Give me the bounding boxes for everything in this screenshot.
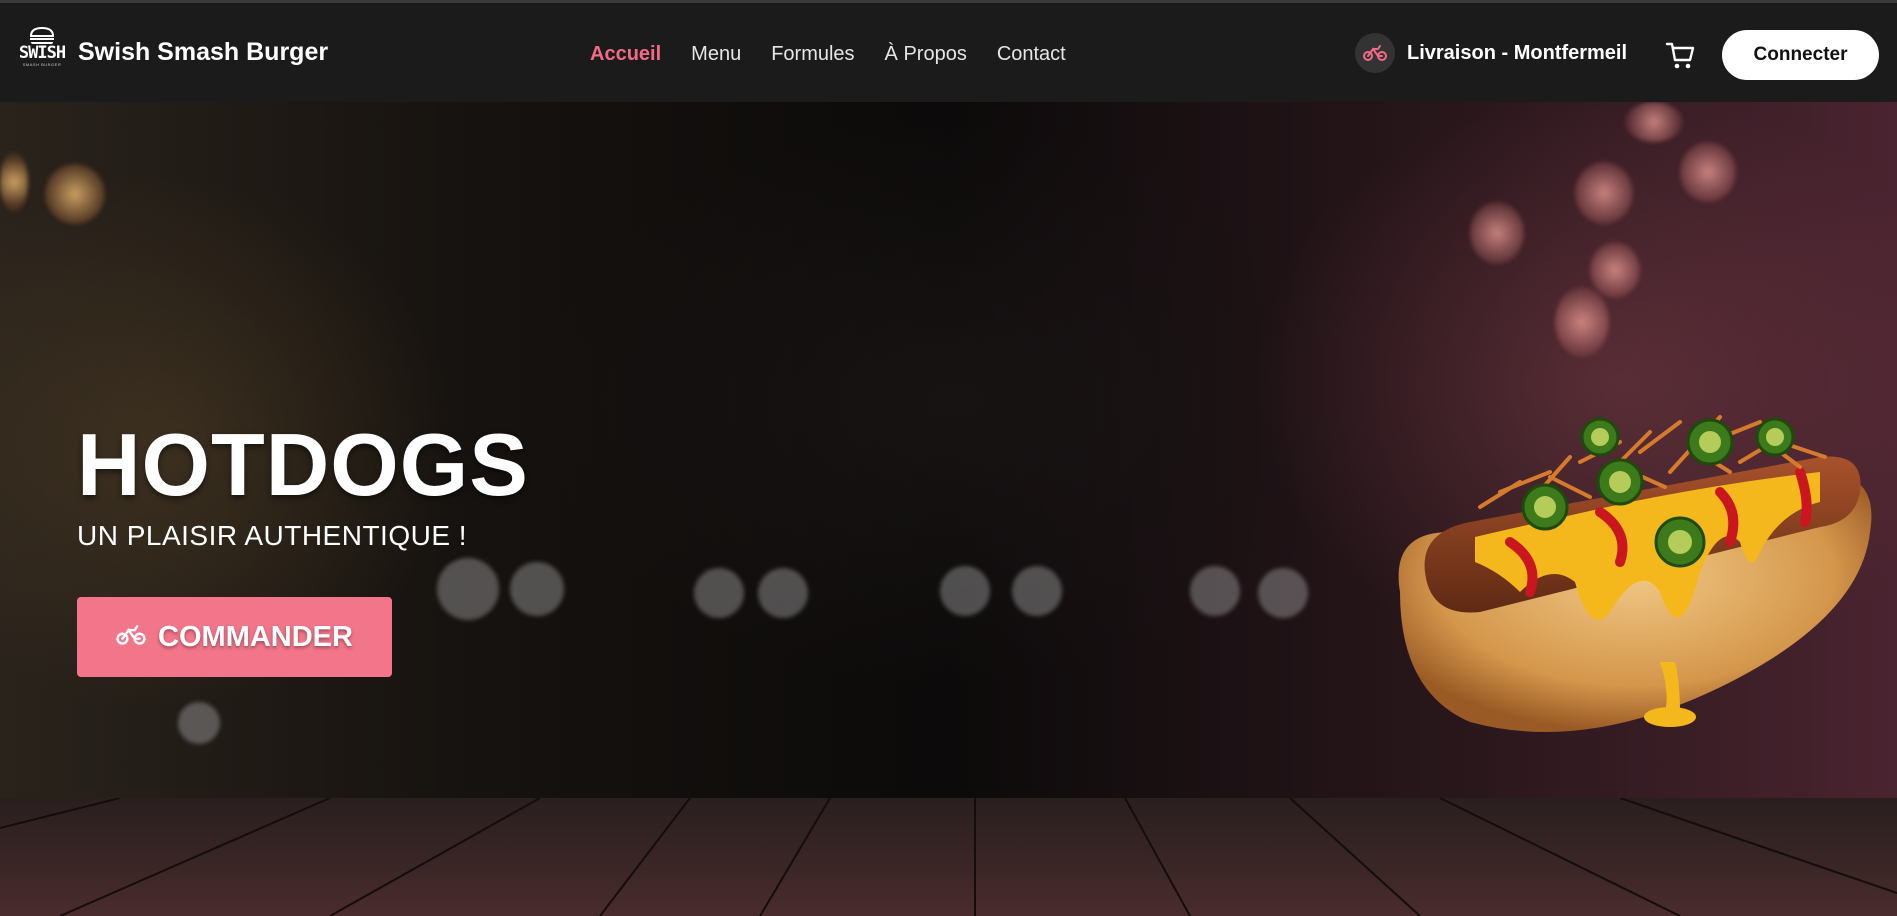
order-button-label: COMMANDER xyxy=(158,620,353,653)
delivery-label: Livraison - Montfermeil xyxy=(1407,41,1628,64)
bicycle-icon xyxy=(1355,33,1395,73)
hero-title: HOTDOGS xyxy=(77,415,529,514)
logo-subtext: SMASH BURGER xyxy=(22,62,62,67)
order-button[interactable]: COMMANDER xyxy=(77,597,392,677)
hotdog-image xyxy=(1398,415,1872,732)
top-navbar: SWISH SMASH BURGER Swish Smash Burger Ac… xyxy=(0,0,1897,102)
cart-icon[interactable] xyxy=(1664,39,1696,71)
bicycle-icon xyxy=(116,621,146,654)
logo-wordmark: SWISH xyxy=(18,43,66,63)
nav-link-contact[interactable]: Contact xyxy=(997,43,1066,66)
hero-banner: HOTDOGS UN PLAISIR AUTHENTIQUE ! COMMAND… xyxy=(0,102,1897,916)
nav-link-a-propos[interactable]: À Propos xyxy=(885,43,967,66)
main-nav: Accueil Menu Formules À Propos Contact xyxy=(590,43,1066,66)
nav-link-accueil[interactable]: Accueil xyxy=(590,43,661,66)
delivery-selector[interactable]: Livraison - Montfermeil xyxy=(1355,33,1627,73)
brand-name: Swish Smash Burger xyxy=(78,37,329,66)
login-button[interactable]: Connecter xyxy=(1722,30,1879,80)
nav-link-formules[interactable]: Formules xyxy=(771,43,854,66)
nav-link-menu[interactable]: Menu xyxy=(691,43,741,66)
brand[interactable]: SWISH SMASH BURGER Swish Smash Burger xyxy=(16,27,328,77)
logo: SWISH SMASH BURGER xyxy=(16,27,68,77)
hero-subtitle: UN PLAISIR AUTHENTIQUE ! xyxy=(77,520,468,551)
